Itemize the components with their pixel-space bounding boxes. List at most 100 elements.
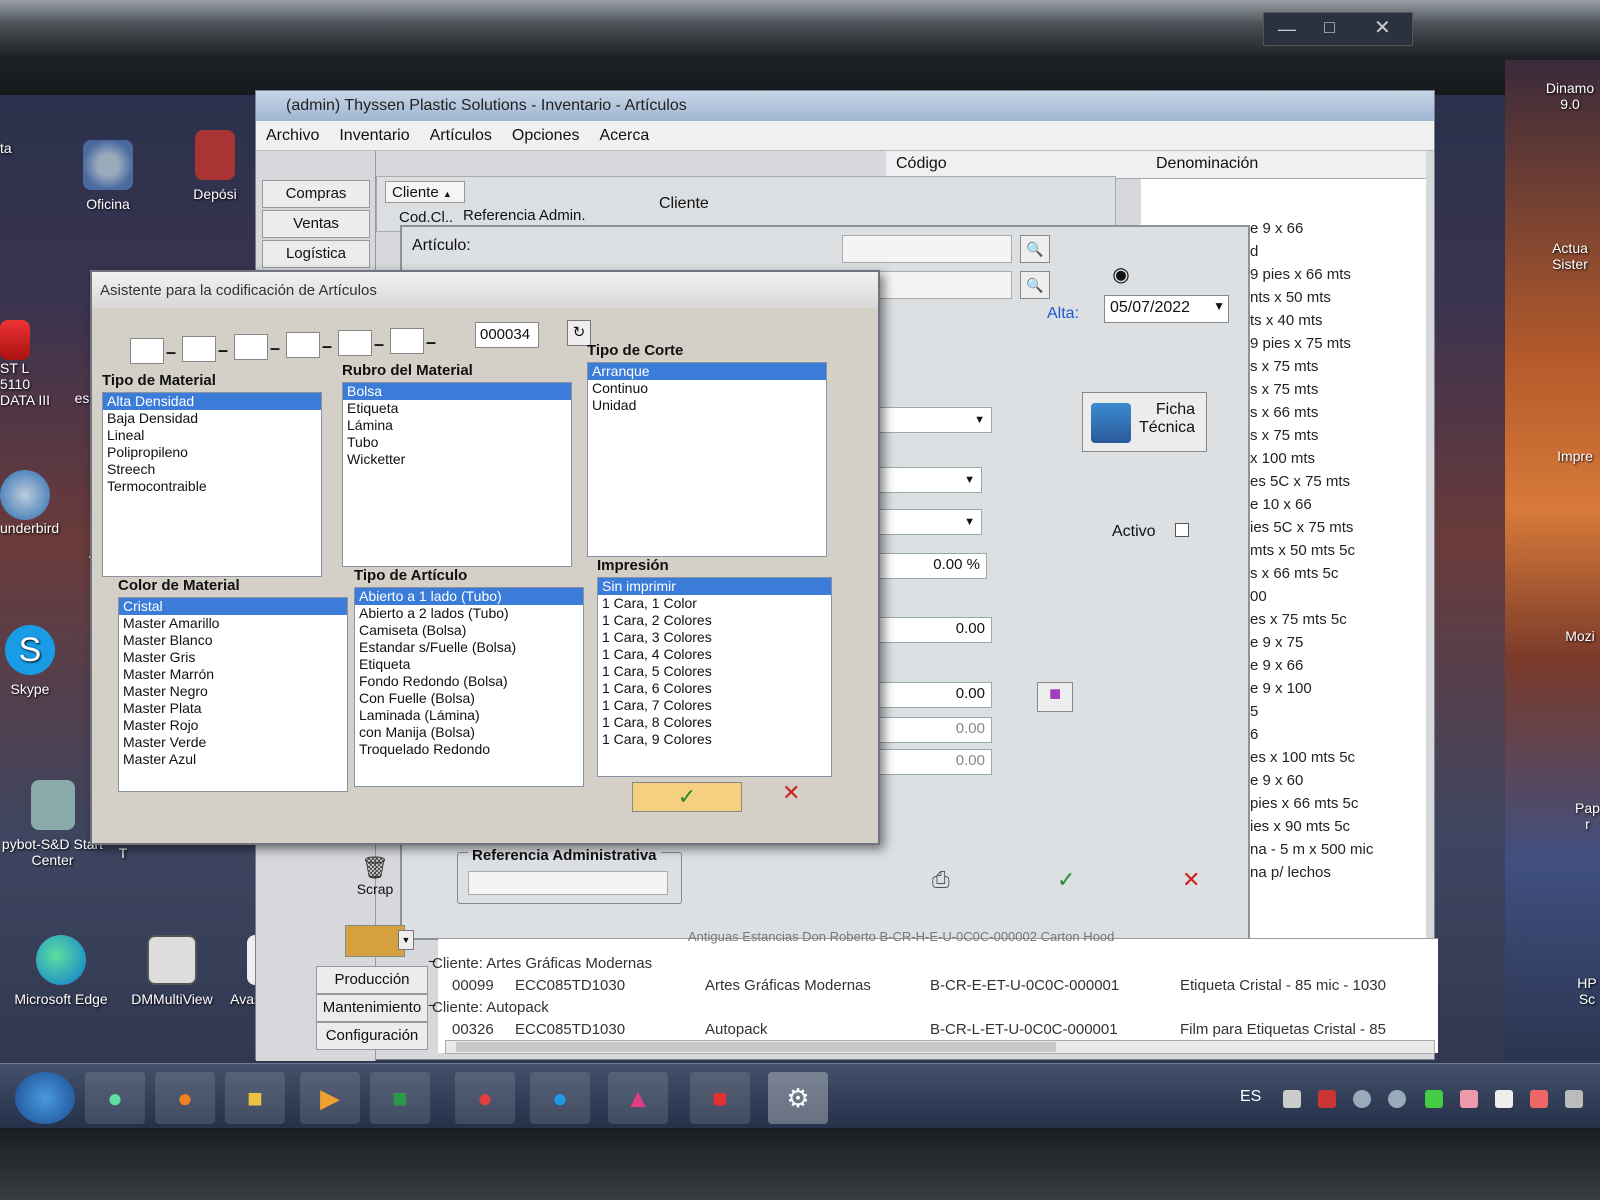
list-item[interactable]: Alta Densidad bbox=[103, 393, 321, 410]
book-icon[interactable]: ■ bbox=[1037, 682, 1073, 712]
filter-tab-cliente[interactable]: Cliente ▲ bbox=[385, 181, 465, 203]
alta-date-field[interactable]: 05/07/2022 ▼ bbox=[1104, 295, 1229, 323]
list-item[interactable]: Master Azul bbox=[119, 751, 347, 768]
tray-icon[interactable] bbox=[1565, 1090, 1583, 1108]
desktop-icon-deposito[interactable]: Depósi bbox=[180, 130, 250, 202]
article-name-item[interactable]: mts x 50 mts 5c bbox=[1250, 542, 1355, 559]
article-name-item[interactable]: e 9 x 66 bbox=[1250, 657, 1303, 674]
article-input[interactable] bbox=[842, 235, 1012, 263]
nav-mantenimiento[interactable]: Mantenimiento bbox=[316, 994, 428, 1022]
tray-icon[interactable] bbox=[1460, 1090, 1478, 1108]
list-item[interactable]: Lineal bbox=[103, 427, 321, 444]
code-segment-field[interactable] bbox=[338, 330, 372, 356]
article-name-item[interactable]: pies x 66 mts 5c bbox=[1250, 795, 1358, 812]
list-item[interactable]: Master Negro bbox=[119, 683, 347, 700]
list-item[interactable]: Fondo Redondo (Bolsa) bbox=[355, 673, 583, 690]
article-name-item[interactable]: s x 66 mts bbox=[1250, 404, 1318, 421]
list-item[interactable]: Laminada (Lámina) bbox=[355, 707, 583, 724]
listbox-corte[interactable]: Arranque Continuo Unidad bbox=[587, 362, 827, 557]
article-name-item[interactable]: ts x 40 mts bbox=[1250, 312, 1323, 329]
article-name-item[interactable]: 9 pies x 66 mts bbox=[1250, 266, 1351, 283]
menu-opciones[interactable]: Opciones bbox=[512, 127, 580, 144]
list-item[interactable]: Etiqueta bbox=[343, 400, 571, 417]
tray-icon[interactable] bbox=[1318, 1090, 1336, 1108]
grid-group-row[interactable]: Cliente: Autopack bbox=[432, 999, 549, 1016]
ref-admin-input[interactable] bbox=[468, 871, 668, 895]
filter-col-codcl[interactable]: Cod.Cl.. bbox=[399, 209, 453, 226]
tray-icon[interactable] bbox=[1530, 1090, 1548, 1108]
taskbar-media[interactable]: ▶ bbox=[300, 1072, 360, 1124]
list-item[interactable]: 1 Cara, 5 Colores bbox=[598, 663, 831, 680]
grid-cell[interactable]: Artes Gráficas Modernas bbox=[705, 977, 871, 994]
taskbar-oficina[interactable]: ⚙ bbox=[768, 1072, 828, 1124]
listbox-tipo-articulo[interactable]: Abierto a 1 lado (Tubo) Abierto a 2 lados… bbox=[354, 587, 584, 787]
article-name-item[interactable]: e 9 x 60 bbox=[1250, 772, 1303, 789]
article-name-item[interactable]: 5 bbox=[1250, 703, 1258, 720]
list-item[interactable]: Etiqueta bbox=[355, 656, 583, 673]
search-icon[interactable]: 🔍 bbox=[1020, 235, 1050, 263]
list-item[interactable]: Termocontraible bbox=[103, 478, 321, 495]
listbox-color[interactable]: Cristal Master Amarillo Master Blanco Maste… bbox=[118, 597, 348, 792]
activo-checkbox[interactable] bbox=[1175, 523, 1189, 537]
grid-cell[interactable]: Etiqueta Cristal - 85 mic - 1030 bbox=[1180, 977, 1386, 994]
list-item[interactable]: Abierto a 1 lado (Tubo) bbox=[355, 588, 583, 605]
maximize-icon[interactable]: □ bbox=[1324, 17, 1335, 38]
taskbar-explorer[interactable]: ■ bbox=[225, 1072, 285, 1124]
list-item[interactable]: 1 Cara, 4 Colores bbox=[598, 646, 831, 663]
ficha-tecnica-button[interactable]: Ficha Técnica bbox=[1082, 392, 1207, 452]
minimize-icon[interactable]: — bbox=[1278, 19, 1296, 40]
desktop-icon-actualiza[interactable]: Actua Sister bbox=[1535, 240, 1600, 272]
list-item[interactable]: Master Marrón bbox=[119, 666, 347, 683]
chevron-down-icon[interactable]: ▼ bbox=[1213, 299, 1225, 313]
grid-cell[interactable]: 00326 bbox=[452, 1021, 494, 1038]
tray-icon[interactable] bbox=[1388, 1090, 1406, 1108]
tray-icon[interactable] bbox=[1495, 1090, 1513, 1108]
listbox-rubro[interactable]: Bolsa Etiqueta Lámina Tubo Wicketter bbox=[342, 382, 572, 567]
code-segment-field[interactable] bbox=[130, 338, 164, 364]
article-name-item[interactable]: s x 75 mts bbox=[1250, 381, 1318, 398]
desktop-icon-skype[interactable]: S Skype bbox=[0, 625, 60, 697]
tray-icon[interactable] bbox=[1353, 1090, 1371, 1108]
code-segment-field[interactable] bbox=[390, 328, 424, 354]
article-name-item[interactable]: e 10 x 66 bbox=[1250, 496, 1312, 513]
taskbar-edge[interactable]: ● bbox=[85, 1072, 145, 1124]
tray-icon[interactable] bbox=[1283, 1090, 1301, 1108]
list-item[interactable]: 1 Cara, 8 Colores bbox=[598, 714, 831, 731]
grid-cell[interactable]: ECC085TD1030 bbox=[515, 977, 625, 994]
article-name-item[interactable]: 6 bbox=[1250, 726, 1258, 743]
nav-compras[interactable]: Compras bbox=[262, 180, 370, 208]
language-indicator[interactable]: ES bbox=[1240, 1088, 1261, 1106]
grid-cell[interactable]: B-CR-L-ET-U-0C0C-000001 bbox=[930, 1021, 1118, 1038]
grid-cell[interactable]: Film para Etiquetas Cristal - 85 bbox=[1180, 1021, 1386, 1038]
filter-col-cliente[interactable]: Cliente bbox=[659, 195, 709, 213]
collapse-icon[interactable]: − bbox=[428, 997, 436, 1013]
close-icon[interactable]: ✕ bbox=[1374, 15, 1391, 40]
article-name-item[interactable]: s x 66 mts 5c bbox=[1250, 565, 1338, 582]
desktop-icon-dinamo[interactable]: Dinamo 9.0 bbox=[1535, 80, 1600, 112]
scrollbar-thumb[interactable] bbox=[456, 1042, 1056, 1052]
horizontal-scrollbar[interactable] bbox=[445, 1040, 1435, 1054]
article-name-item[interactable]: 00 bbox=[1250, 588, 1267, 605]
number-field-1[interactable]: 0.00 bbox=[872, 617, 992, 643]
select-field[interactable]: ▼ bbox=[872, 467, 982, 493]
article-name-item[interactable]: e 9 x 75 bbox=[1250, 634, 1303, 651]
list-item[interactable]: 1 Cara, 9 Colores bbox=[598, 731, 831, 748]
list-item[interactable]: 1 Cara, 3 Colores bbox=[598, 629, 831, 646]
list-item[interactable]: Polipropileno bbox=[103, 444, 321, 461]
nav-ventas[interactable]: Ventas bbox=[262, 210, 370, 238]
list-item[interactable]: 1 Cara, 6 Colores bbox=[598, 680, 831, 697]
close-icon[interactable]: ✕ bbox=[1182, 867, 1200, 893]
list-item[interactable]: Troquelado Redondo bbox=[355, 741, 583, 758]
grid-group-row[interactable]: Cliente: Artes Gráficas Modernas bbox=[432, 955, 652, 972]
list-item[interactable]: Baja Densidad bbox=[103, 410, 321, 427]
desktop-icon-impresora[interactable]: Impre bbox=[1545, 448, 1600, 464]
percent-field[interactable]: 0.00 % bbox=[872, 553, 987, 579]
list-item[interactable]: Wicketter bbox=[343, 451, 571, 468]
list-item[interactable]: Master Gris bbox=[119, 649, 347, 666]
nav-configuracion[interactable]: Configuración bbox=[316, 1022, 428, 1050]
collapse-icon[interactable]: − bbox=[428, 953, 436, 969]
search-icon[interactable]: 🔍 bbox=[1020, 271, 1050, 299]
list-item[interactable]: 1 Cara, 2 Colores bbox=[598, 612, 831, 629]
code-segment-field[interactable] bbox=[182, 336, 216, 362]
desktop-icon-oficina[interactable]: Oficina bbox=[58, 140, 158, 212]
